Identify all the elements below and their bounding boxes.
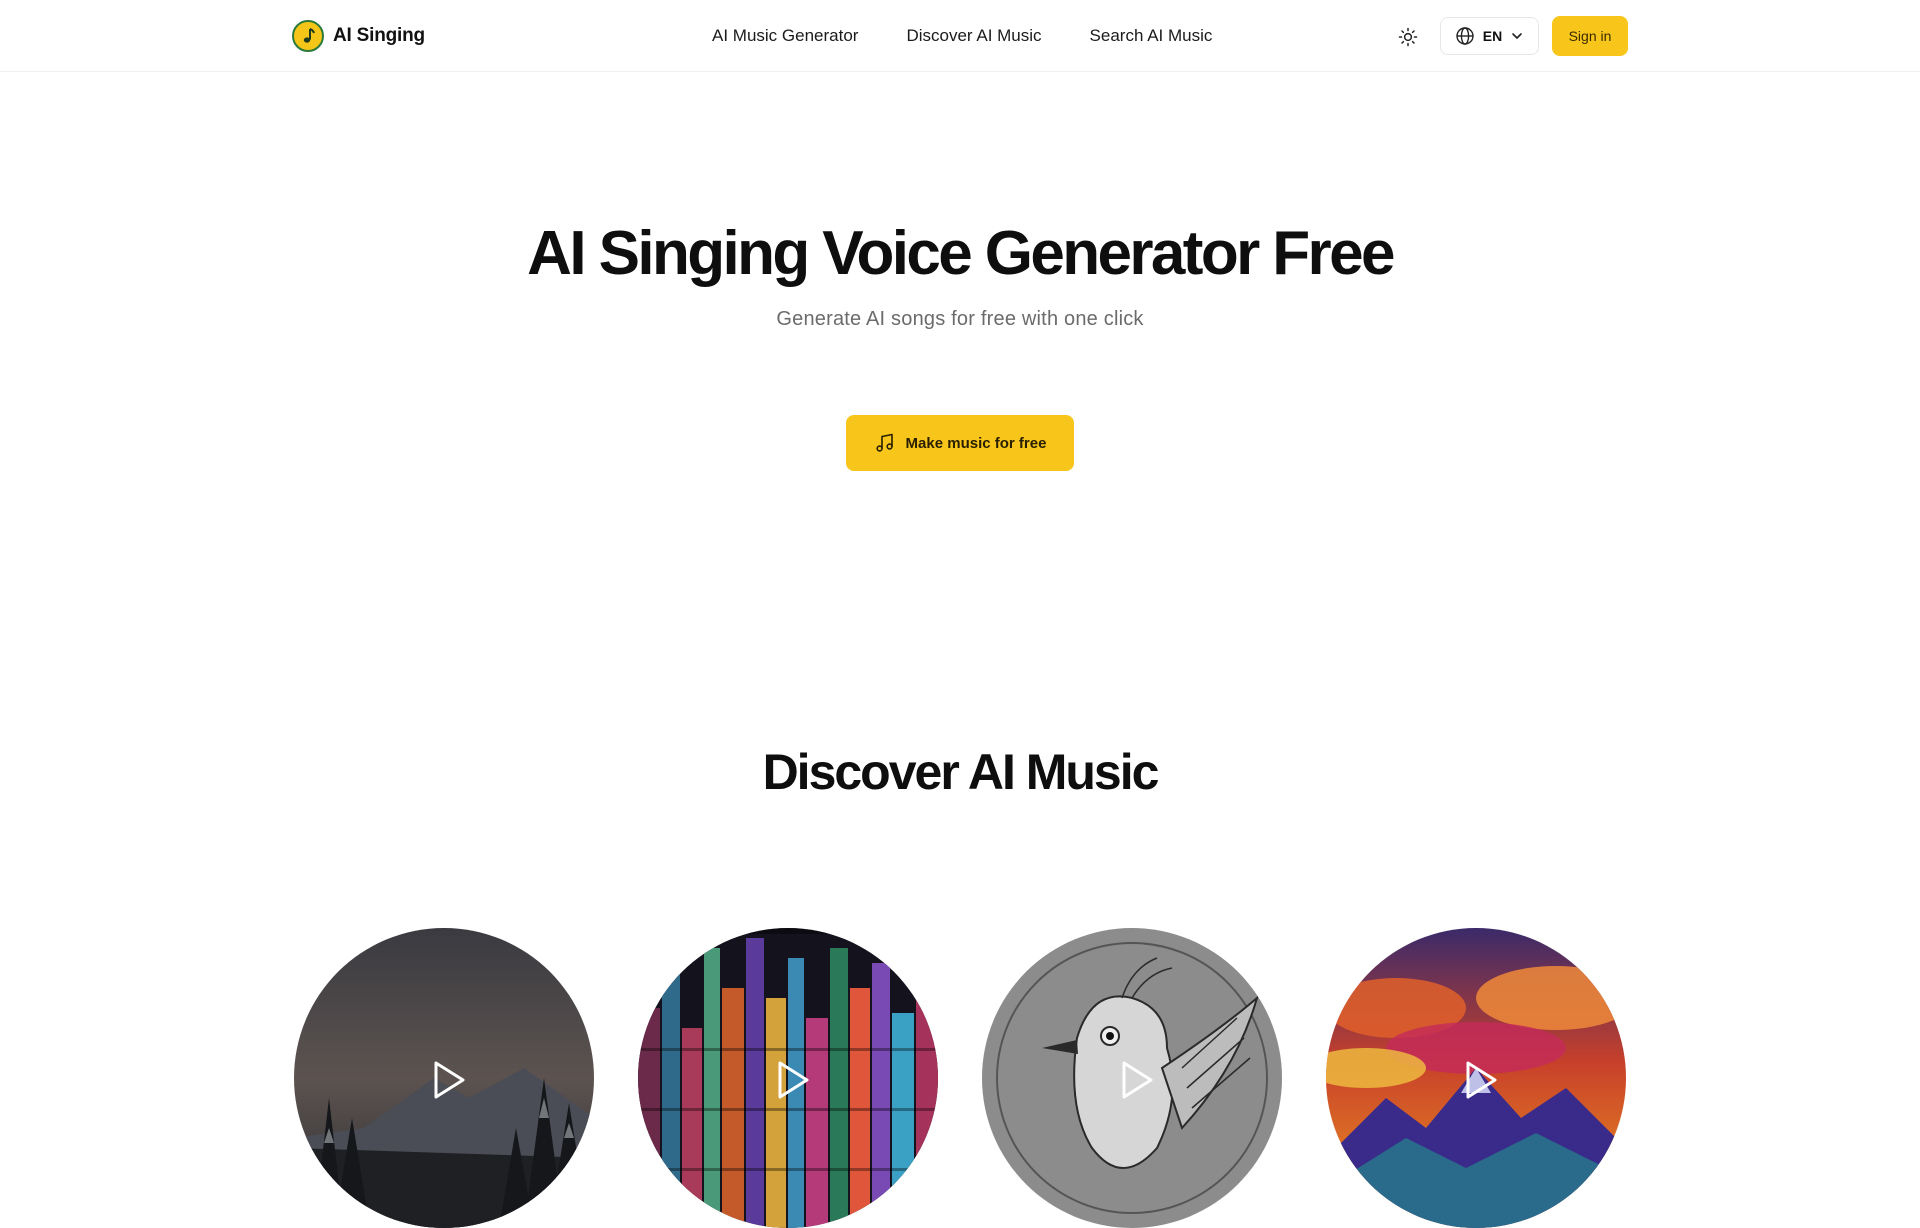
music-card-3[interactable] (982, 928, 1282, 1228)
nav-ai-music-generator[interactable]: AI Music Generator (712, 26, 858, 46)
hero-title: AI Singing Voice Generator Free (527, 219, 1395, 288)
hero-subtitle: Generate AI songs for free with one clic… (776, 308, 1144, 330)
chevron-down-icon (1512, 33, 1523, 39)
globe-icon (1456, 27, 1474, 45)
main-nav: AI Music Generator Discover AI Music Sea… (712, 24, 1212, 48)
play-icon[interactable] (432, 1060, 466, 1100)
brand-name: AI Singing (333, 25, 425, 46)
discover-title: Discover AI Music (762, 744, 1160, 800)
theme-toggle-button[interactable] (1393, 22, 1423, 52)
music-card-2[interactable] (638, 928, 938, 1228)
sign-in-button[interactable]: Sign in (1552, 16, 1628, 56)
nav-search-ai-music[interactable]: Search AI Music (1090, 26, 1213, 46)
language-select[interactable]: EN (1440, 17, 1539, 55)
nav-discover-ai-music[interactable]: Discover AI Music (906, 26, 1041, 46)
make-music-button[interactable]: Make music for free (846, 415, 1074, 471)
language-label: EN (1482, 28, 1503, 44)
music-card-1[interactable] (294, 928, 594, 1228)
play-icon[interactable] (1464, 1060, 1498, 1100)
play-icon[interactable] (776, 1060, 810, 1100)
play-icon[interactable] (1120, 1060, 1154, 1100)
music-note-icon (292, 20, 324, 52)
music-card-4[interactable] (1326, 928, 1626, 1228)
music-notes-icon (875, 433, 893, 452)
sun-icon (1398, 27, 1418, 47)
make-music-label: Make music for free (905, 434, 1047, 452)
brand-logo[interactable]: AI Singing (292, 20, 425, 52)
site-header: AI Singing AI Music Generator Discover A… (0, 0, 1920, 72)
